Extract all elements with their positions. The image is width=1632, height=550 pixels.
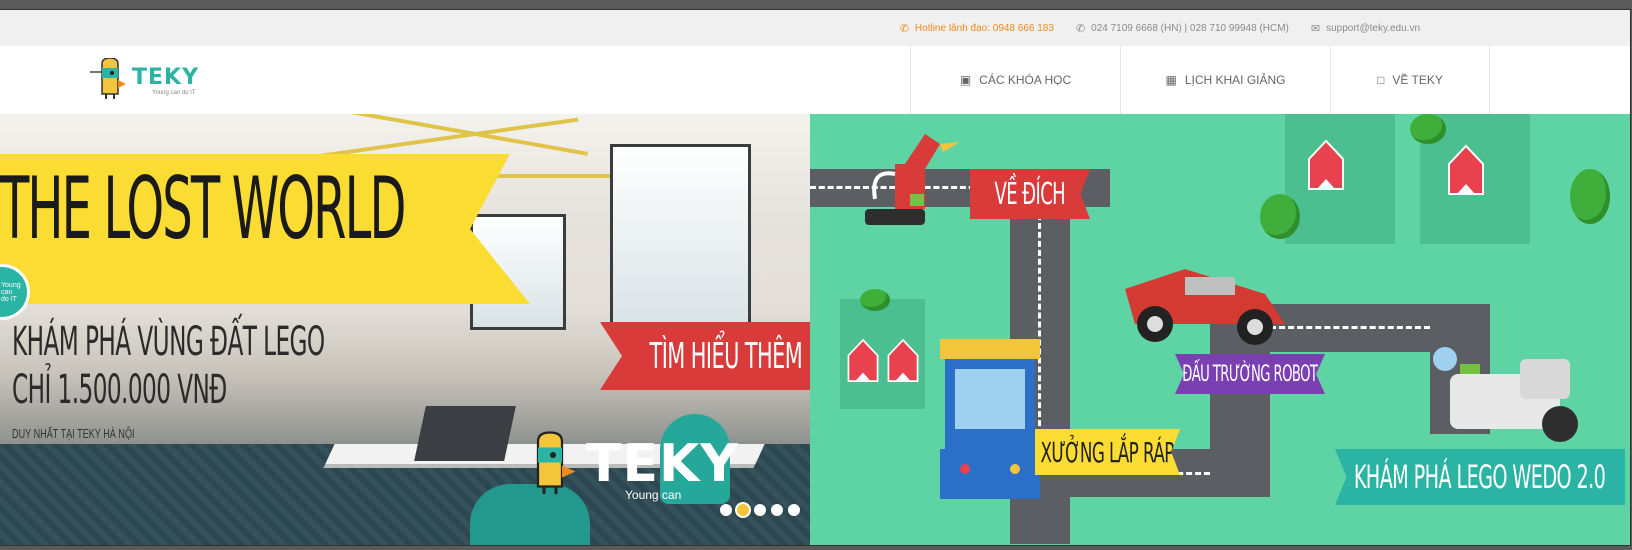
robot-arena-flag[interactable]: ĐẤU TRƯỜNG ROBOT	[1175, 354, 1325, 394]
laptop-image	[414, 406, 516, 461]
side-badge-text: Young can do IT	[1, 281, 21, 303]
tree-icon	[860, 289, 890, 311]
house-icon	[1448, 144, 1484, 195]
tree-icon	[1410, 114, 1446, 144]
house-icon	[1308, 139, 1344, 190]
calendar-icon: ▦	[1165, 73, 1177, 87]
nav-item-about-label: VỀ TEKY	[1392, 73, 1443, 87]
lego-arcade-machine-icon	[940, 339, 1040, 499]
office-window	[610, 144, 751, 330]
document-icon: □	[1377, 73, 1385, 87]
explore-wedo-flag-label: KHÁM PHÁ LEGO WEDO 2.0	[1354, 458, 1606, 496]
phone-icon: ✆	[1075, 22, 1086, 35]
nav-item-courses-label: CÁC KHÓA HỌC	[979, 73, 1072, 87]
nav-item-schedule-label: LỊCH KHAI GIẢNG	[1184, 73, 1286, 87]
main-nav: TEKY Young can do IT ▣ CÁC KHÓA HỌC ▦ LỊ…	[0, 46, 1630, 114]
phone-icon: ✆	[899, 22, 909, 35]
hero-brand-tag: Young can	[625, 488, 682, 502]
book-icon: ▣	[959, 73, 972, 87]
explore-wedo-flag[interactable]: KHÁM PHÁ LEGO WEDO 2.0	[1335, 449, 1625, 505]
robot-arena-flag-label: ĐẤU TRƯỜNG ROBOT	[1182, 361, 1318, 387]
page-frame: ✆ Hotline lãnh đạo: 0948 666 183 ✆ 024 7…	[0, 10, 1630, 545]
finish-flag[interactable]: VỀ ĐÍCH	[970, 169, 1090, 219]
hero-banner-right[interactable]: VỀ ĐÍCH ĐẤU TRƯỜNG ROBOT XƯỞNG LẮP RÁP K…	[810, 114, 1630, 545]
lego-race-car-icon	[1125, 269, 1285, 345]
hero-subtitle-3: DUY NHẤT TẠI TEKY HÀ NỘI	[12, 426, 135, 441]
carousel-dots	[720, 504, 800, 516]
lego-wedo-robot-icon	[1433, 347, 1578, 442]
support-email-text: support@teky.edu.vn	[1326, 22, 1420, 34]
nav-item-about[interactable]: □ VỀ TEKY	[1330, 46, 1490, 114]
carousel-dot[interactable]	[720, 504, 732, 516]
hero-banner-left[interactable]: THE LOST WORLD KHÁM PHÁ VÙNG ĐẤT LEGO CH…	[0, 114, 810, 545]
hero-brand: TEKY Young can	[520, 424, 739, 504]
teky-bird-logo-icon	[90, 58, 126, 99]
top-info-bar: ✆ Hotline lãnh đạo: 0948 666 183 ✆ 024 7…	[0, 10, 1630, 46]
carousel-dot[interactable]	[754, 504, 766, 516]
lego-bird-robot-icon	[865, 134, 960, 225]
finish-flag-label: VỀ ĐÍCH	[994, 176, 1066, 212]
nav-item-courses[interactable]: ▣ CÁC KHÓA HỌC	[910, 46, 1120, 114]
hero-title: THE LOST WORLD	[0, 159, 406, 259]
carousel-dot-active[interactable]	[737, 504, 749, 516]
tree-icon	[1260, 194, 1300, 239]
learn-more-label: TÌM HIỂU THÊM	[649, 335, 802, 377]
phone-numbers-text: 024 7109 6668 (HN) | 028 710 99948 (HCM)	[1091, 22, 1289, 34]
learn-more-button[interactable]: TÌM HIỂU THÊM	[600, 322, 810, 390]
hotline-text: Hotline lãnh đạo: 0948 666 183	[914, 22, 1054, 34]
carousel-dot[interactable]	[788, 504, 800, 516]
logo-tagline: Young can do IT	[152, 90, 196, 96]
carousel-dot[interactable]	[771, 504, 783, 516]
hero-subtitle-2: CHỈ 1.500.000 VNĐ	[12, 367, 227, 413]
logo-wordmark: TEKY	[132, 64, 200, 90]
teky-logo[interactable]: TEKY Young can do IT	[90, 56, 199, 102]
mail-icon: ✉	[1310, 22, 1321, 35]
workshop-flag[interactable]: XƯỞNG LẮP RÁP	[1035, 429, 1180, 475]
workshop-flag-label: XƯỞNG LẮP RÁP	[1040, 435, 1175, 469]
hotline[interactable]: ✆ Hotline lãnh đạo: 0948 666 183	[900, 22, 1054, 35]
house-icon	[887, 338, 919, 382]
nav-menu: ▣ CÁC KHÓA HỌC ▦ LỊCH KHAI GIẢNG □ VỀ TE…	[910, 46, 1490, 114]
teky-bird-icon	[536, 431, 576, 494]
phone-numbers[interactable]: ✆ 024 7109 6668 (HN) | 028 710 99948 (HC…	[1076, 22, 1289, 35]
hero-brand-wordmark: TEKY	[586, 434, 739, 494]
hero-subtitle-1: KHÁM PHÁ VÙNG ĐẤT LEGO	[12, 319, 325, 365]
support-email[interactable]: ✉ support@teky.edu.vn	[1311, 22, 1420, 35]
nav-item-schedule[interactable]: ▦ LỊCH KHAI GIẢNG	[1120, 46, 1330, 114]
house-icon	[847, 338, 879, 382]
tree-icon	[1570, 169, 1610, 224]
